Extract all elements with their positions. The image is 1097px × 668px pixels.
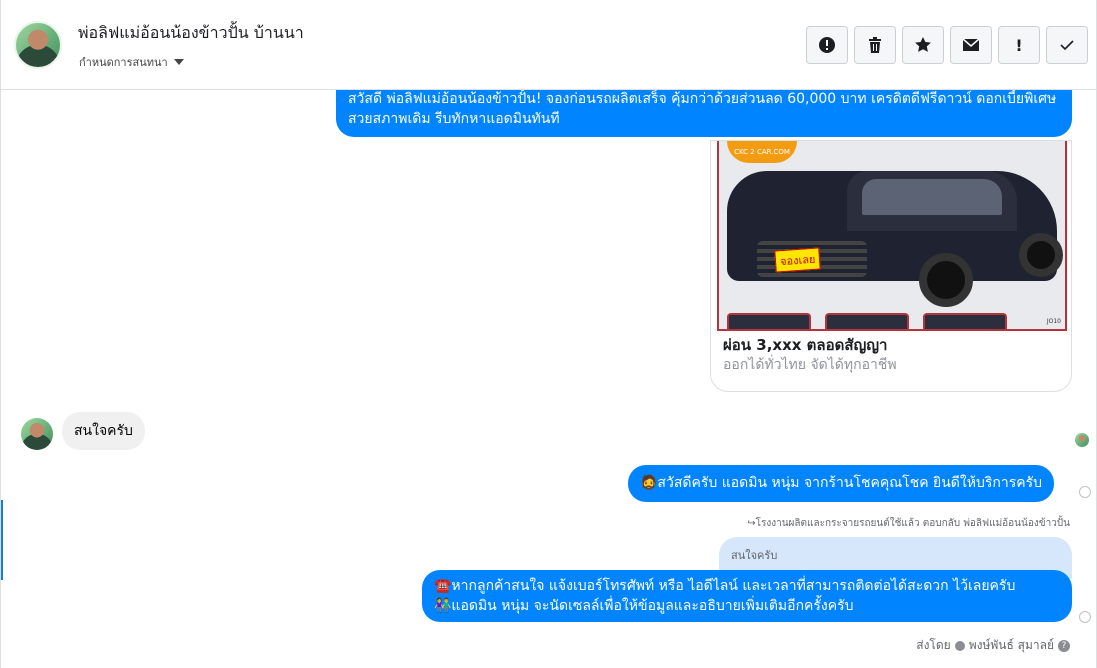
photo-watermark: JO10 <box>1046 318 1061 325</box>
delivered-icon <box>1079 486 1091 498</box>
delete-button[interactable] <box>854 26 896 64</box>
customer-message: สนใจครับ <box>62 412 145 450</box>
chevron-down-icon <box>173 59 184 65</box>
conversation-header: พ่อลิฟแม่อ้อนน้องข้าวปั้น บ้านนา กำหนดกา… <box>1 0 1096 90</box>
flag-button[interactable]: ! <box>998 26 1040 64</box>
photo-thumbnails <box>727 313 1007 329</box>
greeting-message: 🧔สวัสดีครับ แอดมิน หนุ่ม จากร้านโชคคุณโช… <box>628 465 1054 502</box>
check-icon <box>1060 40 1074 51</box>
verified-icon <box>954 640 965 651</box>
card-subtitle: ออกได้ทั่วไทย จัดได้ทุกอาชีพ <box>723 357 897 373</box>
reply-note: ↪โรงงานผลิตและกระจายรถยนต์ใช้แล้ว ตอบกลั… <box>747 518 1070 529</box>
car-photo: CKC 2 CAR.COM จองเลย JO10 <box>717 141 1067 331</box>
alert-icon <box>819 37 835 53</box>
mail-icon <box>962 38 980 51</box>
promo-card[interactable]: CKC 2 CAR.COM จองเลย JO10 ผ่อน 3,xxx ตลอ… <box>710 140 1072 392</box>
contact-avatar[interactable] <box>14 21 62 69</box>
dealer-logo: CKC 2 CAR.COM <box>727 141 797 163</box>
done-button[interactable] <box>1046 26 1088 64</box>
trash-icon <box>869 37 881 53</box>
delivered-icon <box>1079 611 1091 623</box>
star-icon <box>915 37 931 52</box>
followup-message: ☎️หากลูกค้าสนใจ แจ้งเบอร์โทรศัพท์ หรือ ไ… <box>422 570 1072 622</box>
customer-avatar[interactable] <box>21 418 53 450</box>
exclamation-icon: ! <box>1015 35 1023 55</box>
seen-avatar <box>1075 433 1089 447</box>
alert-button[interactable] <box>806 26 848 64</box>
promo-message: สวัสดี พ่อลิฟแม่อ้อนน้องข้าวปั้น! จองก่อ… <box>336 87 1072 137</box>
contact-name[interactable]: พ่อลิฟแม่อ้อนน้องข้าวปั้น บ้านนา <box>78 21 304 46</box>
header-toolbar: ! <box>806 26 1088 64</box>
help-icon[interactable]: ? <box>1058 639 1070 652</box>
sent-by: ส่งโดย พงษ์พันธ์ สุมาลย์ ? <box>916 636 1070 655</box>
sent-by-name[interactable]: พงษ์พันธ์ สุมาลย์ <box>969 636 1054 655</box>
sent-by-prefix: ส่งโดย <box>916 638 951 652</box>
assign-dropdown[interactable]: กำหนดการสนทนา <box>79 53 184 71</box>
conversation-window: พ่อลิฟแม่อ้อนน้องข้าวปั้น บ้านนา กำหนดกา… <box>0 0 1097 668</box>
followup-line-1: ☎️หากลูกค้าสนใจ แจ้งเบอร์โทรศัพท์ หรือ ไ… <box>434 578 1016 594</box>
followup-line-2: 👫แอดมิน หนุ่ม จะนัดเซลล์เพื่อให้ข้อมูลแล… <box>434 598 854 614</box>
book-now-tag: จองเลย <box>774 247 822 273</box>
assign-label: กำหนดการสนทนา <box>79 56 168 69</box>
left-accent-bar <box>1 500 3 580</box>
star-button[interactable] <box>902 26 944 64</box>
mail-button[interactable] <box>950 26 992 64</box>
